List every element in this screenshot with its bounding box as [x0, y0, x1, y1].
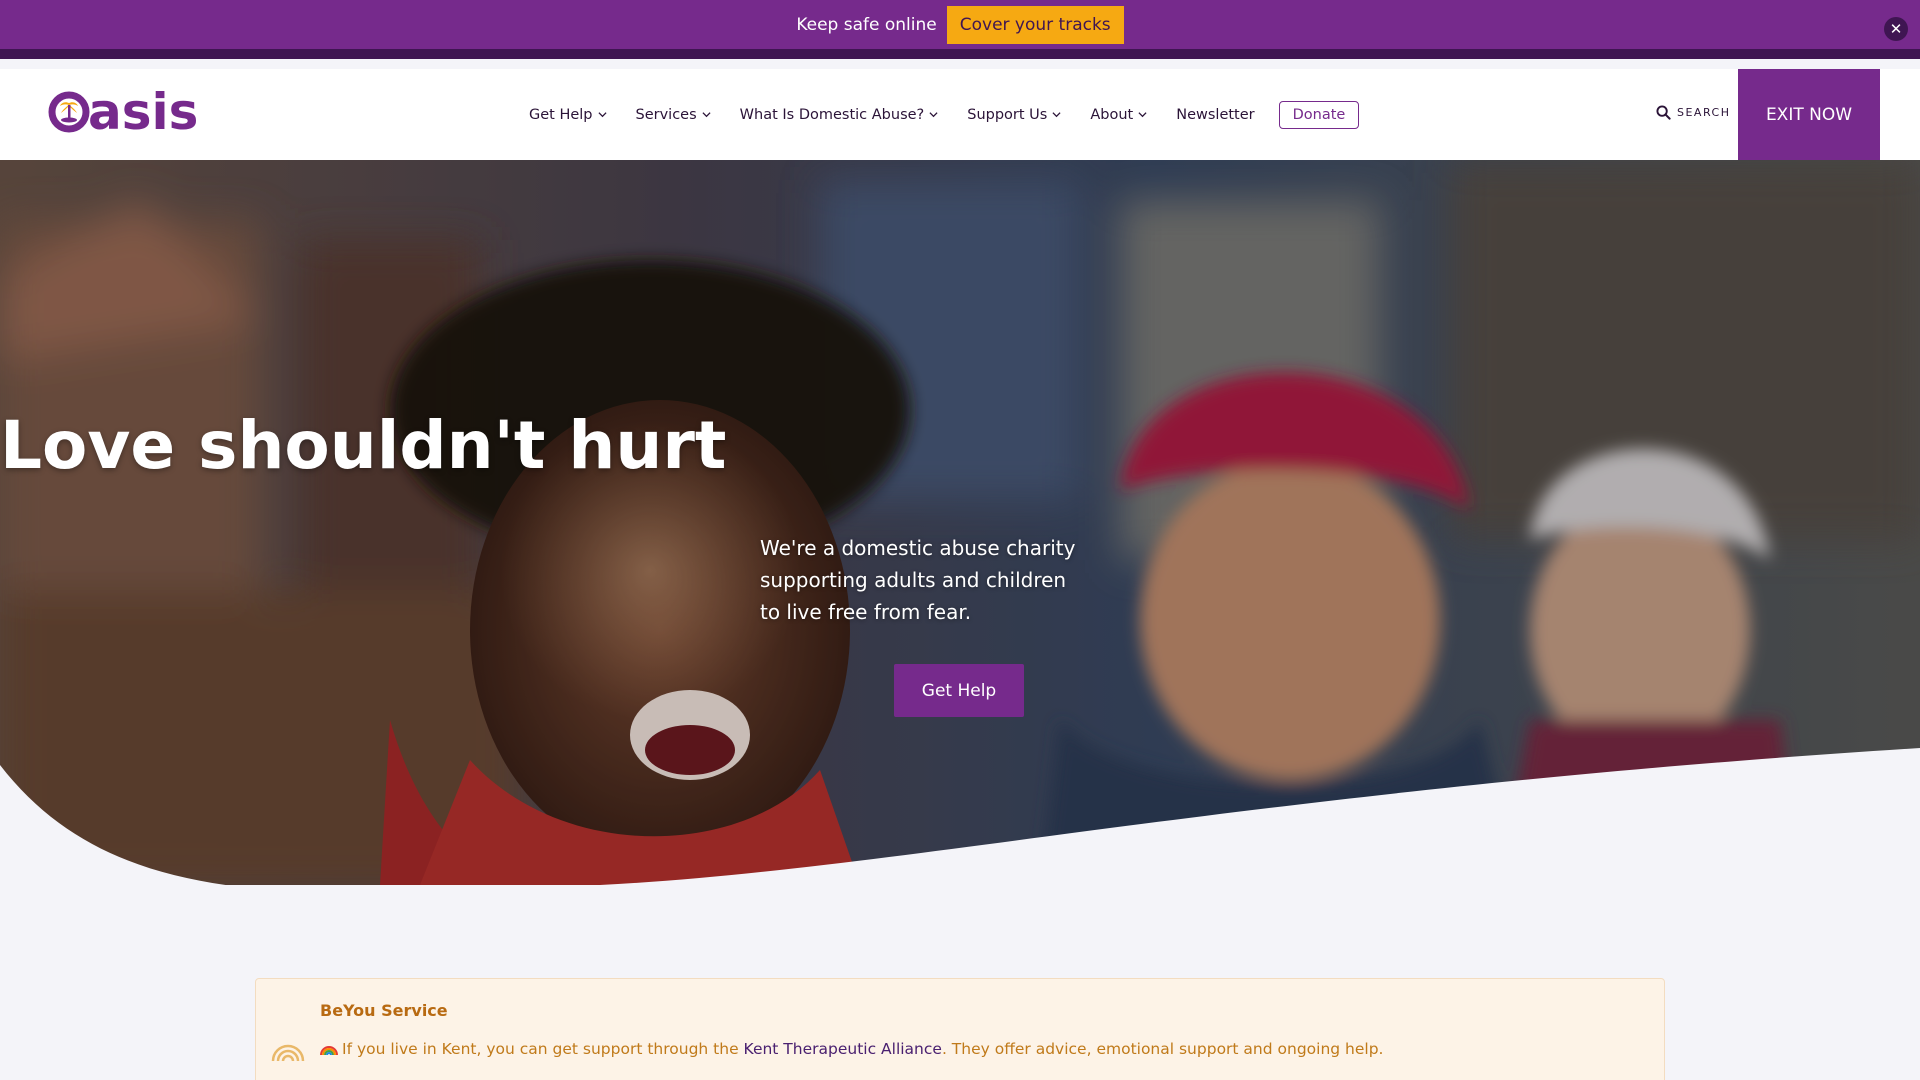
- nav-item-support-us[interactable]: Support Us: [967, 107, 1061, 123]
- nav-label: Get Help: [529, 106, 593, 123]
- safety-banner-text: Keep safe online: [796, 14, 937, 35]
- rainbow-emoji-icon: [320, 1046, 338, 1056]
- oasis-logo[interactable]: asis: [48, 87, 198, 137]
- search-label: SEARCH: [1677, 106, 1731, 119]
- nav-item-what-is-domestic-abuse[interactable]: What Is Domestic Abuse?: [740, 107, 939, 123]
- hero-background-image: [0, 160, 1920, 885]
- logo-palm-icon: [48, 91, 90, 133]
- donate-button[interactable]: Donate: [1278, 100, 1360, 129]
- logo-text: asis: [88, 83, 199, 141]
- nav-label: Support Us: [967, 106, 1048, 123]
- hero-subtitle-line: supporting adults and children: [760, 568, 1067, 592]
- beyou-service-alert: BeYou Service If you live in Kent, you c…: [255, 978, 1665, 1080]
- nav-item-newsletter[interactable]: Newsletter: [1176, 107, 1254, 123]
- nav-item-about[interactable]: About: [1090, 107, 1147, 123]
- rainbow-icon: [271, 1044, 305, 1062]
- alert-body-prefix: If you live in Kent, you can get support…: [342, 1040, 744, 1058]
- safety-banner: Keep safe online Cover your tracks ✕: [0, 0, 1920, 59]
- nav-item-get-help[interactable]: Get Help: [529, 107, 607, 123]
- search-icon: [1656, 105, 1671, 120]
- hero-section: Love shouldn't hurt We're a domestic abu…: [0, 160, 1920, 885]
- hero-title: Love shouldn't hurt: [0, 407, 727, 484]
- close-icon[interactable]: ✕: [1884, 17, 1908, 41]
- chevron-down-icon: [702, 112, 711, 118]
- nav-label: About: [1090, 106, 1134, 123]
- site-header: asis Get Help Services What Is Domestic …: [0, 69, 1920, 160]
- kent-therapeutic-alliance-link[interactable]: Kent Therapeutic Alliance: [744, 1040, 942, 1058]
- hero-subtitle-line: We're a domestic abuse charity: [760, 536, 1076, 560]
- main-nav: Get Help Services What Is Domestic Abuse…: [529, 69, 1360, 160]
- alert-title: BeYou Service: [320, 1001, 448, 1020]
- hero-get-help-button[interactable]: Get Help: [894, 664, 1024, 717]
- chevron-down-icon: [1138, 112, 1147, 118]
- nav-label: Services: [635, 106, 697, 123]
- chevron-down-icon: [597, 112, 607, 118]
- chevron-down-icon: [929, 112, 938, 118]
- hero-subtitle: We're a domestic abuse charity supportin…: [760, 532, 1160, 628]
- exit-now-button[interactable]: EXIT NOW: [1738, 69, 1880, 160]
- search-button[interactable]: SEARCH: [1656, 105, 1731, 120]
- cover-your-tracks-button[interactable]: Cover your tracks: [946, 5, 1124, 44]
- nav-label: What Is Domestic Abuse?: [739, 106, 925, 123]
- hero-subtitle-line: to live free from fear.: [760, 600, 972, 624]
- nav-label: Newsletter: [1176, 106, 1255, 123]
- alert-body-suffix: . They offer advice, emotional support a…: [941, 1040, 1384, 1058]
- alert-body: If you live in Kent, you can get support…: [320, 1040, 1383, 1058]
- nav-item-services[interactable]: Services: [636, 107, 711, 123]
- chevron-down-icon: [1052, 112, 1061, 118]
